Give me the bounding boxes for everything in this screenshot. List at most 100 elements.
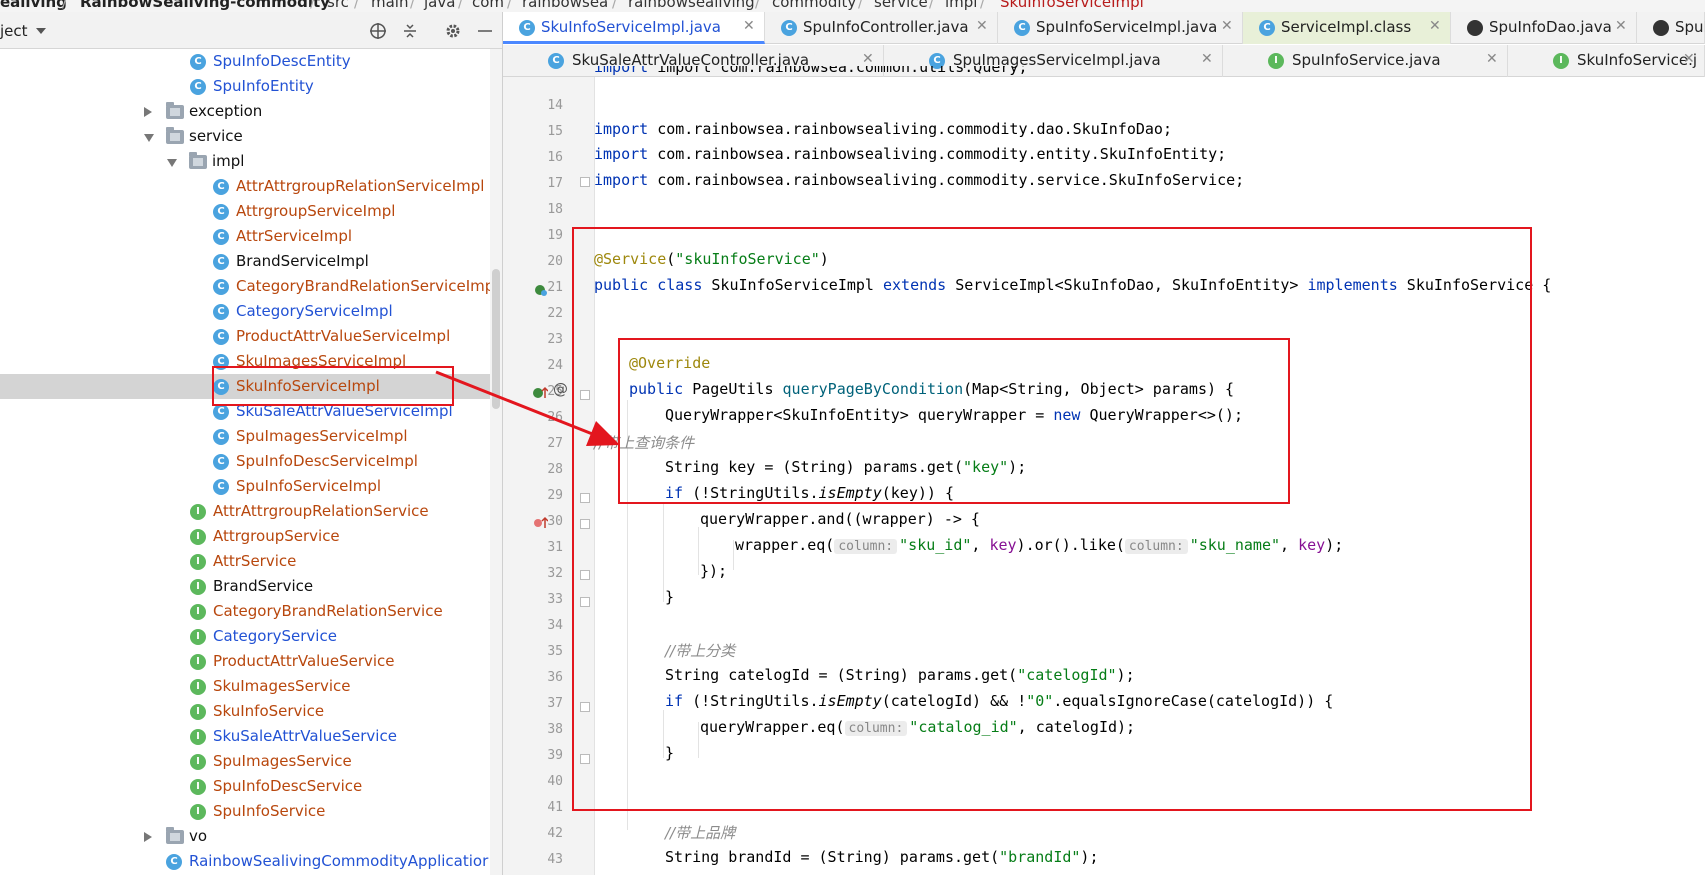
breadcrumb-item[interactable]: commodity (772, 0, 856, 11)
tree-item-label: SpuInfoEntity (213, 77, 314, 95)
line-number: 20 (547, 254, 563, 269)
tree-item-label: AttrgroupService (213, 527, 340, 545)
chevron-down-icon[interactable] (36, 28, 46, 34)
fold-marker[interactable] (580, 177, 590, 187)
collapse-icon[interactable] (401, 22, 419, 40)
close-icon[interactable]: ✕ (1683, 51, 1695, 67)
breadcrumb-item[interactable]: service (874, 0, 928, 11)
breadcrumb-separator: / (980, 0, 986, 11)
interface-icon: I (190, 604, 206, 620)
chevron-right-icon[interactable] (144, 107, 152, 117)
tree-item[interactable]: service (0, 124, 490, 149)
globe-icon[interactable] (369, 22, 387, 40)
editor-tab[interactable]: C SpuInfoController.java ✕ (765, 12, 998, 44)
tree-item[interactable]: C CategoryServiceImpl (0, 299, 490, 324)
close-icon[interactable]: ✕ (1615, 18, 1627, 34)
class-icon: C (213, 479, 229, 495)
breadcrumb-item[interactable]: RainbowSealiving-commodity (80, 0, 330, 11)
tree-item[interactable]: I SkuImagesService (0, 674, 490, 699)
chevron-down-icon[interactable] (144, 134, 154, 142)
breakpoint-marker-icon[interactable] (532, 515, 548, 531)
line-number: 26 (547, 410, 563, 425)
tree-item[interactable]: exception (0, 99, 490, 124)
tree-item[interactable]: vo (0, 824, 490, 849)
editor-tab[interactable]: SpuInfoDao.java ✕ (1451, 12, 1637, 44)
tree-item[interactable]: I ProductAttrValueService (0, 649, 490, 674)
breadcrumb-item[interactable]: java (424, 0, 455, 11)
tree-item[interactable]: I SpuInfoService (0, 799, 490, 824)
editor-tab[interactable]: SpuInfo (1637, 12, 1705, 44)
breadcrumb-item[interactable]: ealiving (0, 0, 67, 11)
tree-scrollbar[interactable] (490, 49, 502, 875)
close-icon[interactable]: ✕ (1486, 51, 1498, 67)
editor-tab[interactable]: I SpuInfoService.java ✕ (1223, 45, 1508, 77)
line-number: 37 (547, 696, 563, 711)
code-line-13[interactable]: import import com.rainbowsea.common.util… (594, 66, 1027, 78)
tree-item[interactable]: C RainbowSealivingCommodityApplicatior (0, 849, 490, 874)
tree-item[interactable]: I AttrService (0, 549, 490, 574)
chevron-down-icon[interactable] (167, 159, 177, 167)
override-marker-icon[interactable] (532, 385, 548, 401)
tree-item[interactable]: C AttrgroupServiceImpl (0, 199, 490, 224)
minimize-icon[interactable] (476, 22, 494, 40)
tree-item[interactable]: I BrandService (0, 574, 490, 599)
close-icon[interactable]: ✕ (1221, 18, 1233, 34)
tree-item[interactable]: impl (0, 149, 490, 174)
editor-tab[interactable]: C ServiceImpl.class ✕ (1243, 12, 1451, 44)
tree-item[interactable]: C SpuInfoDescServiceImpl (0, 449, 490, 474)
gear-icon[interactable] (444, 22, 462, 40)
interface-icon: I (190, 554, 206, 570)
breadcrumb-item[interactable]: impl (945, 0, 977, 11)
close-icon[interactable]: ✕ (743, 18, 755, 34)
tree-item[interactable]: I SpuImagesService (0, 749, 490, 774)
editor-tab[interactable]: C SkuInfoServiceImpl.java ✕ (503, 12, 765, 44)
editor-tab[interactable]: I SkuInfoService.j ✕ (1508, 45, 1705, 77)
tree-item[interactable]: I SpuInfoDescService (0, 774, 490, 799)
bean-icon[interactable] (533, 282, 549, 298)
close-icon[interactable]: ✕ (862, 51, 874, 67)
tree-item[interactable]: I AttrAttrgroupRelationService (0, 499, 490, 524)
breadcrumb-item[interactable]: src (327, 0, 349, 11)
tree-item[interactable]: I SkuInfoService (0, 699, 490, 724)
close-icon[interactable]: ✕ (976, 18, 988, 34)
code-line-42[interactable]: //带上品牌 (665, 822, 735, 843)
code-line-43[interactable]: String brandId = (String) params.get("br… (665, 848, 1098, 866)
project-tree[interactable]: C SpuInfoDescEntity C SpuInfoEntity exceptio… (0, 49, 490, 875)
scrollbar-thumb[interactable] (492, 269, 500, 409)
interface-icon: I (190, 504, 206, 520)
class-icon: C (213, 404, 229, 420)
breadcrumb-item[interactable]: main (371, 0, 408, 11)
tree-item[interactable]: C SpuInfoDescEntity (0, 49, 490, 74)
tree-item-label: CategoryBrandRelationService (213, 602, 443, 620)
editor-tab[interactable]: C SpuInfoServiceImpl.java ✕ (998, 12, 1243, 44)
tree-item[interactable]: C CategoryBrandRelationServiceImp (0, 274, 490, 299)
breadcrumb-item[interactable]: rainbowsea (522, 0, 608, 11)
breadcrumb-item[interactable]: SkuInfoServiceImpl (1000, 0, 1144, 11)
code-line-16[interactable]: import com.rainbowsea.rainbowsealiving.c… (594, 145, 1226, 163)
breadcrumb-item[interactable]: com (472, 0, 504, 11)
at-icon[interactable]: @ (553, 380, 568, 398)
tree-item[interactable]: I CategoryBrandRelationService (0, 599, 490, 624)
tree-item[interactable]: C AttrServiceImpl (0, 224, 490, 249)
tree-item-label: SkuSaleAttrValueService (213, 727, 397, 745)
close-icon[interactable]: ✕ (1201, 51, 1213, 67)
code-line-17[interactable]: import com.rainbowsea.rainbowsealiving.c… (594, 171, 1244, 189)
tree-item[interactable]: I AttrgroupService (0, 524, 490, 549)
tree-item[interactable]: I SkuSaleAttrValueService (0, 724, 490, 749)
interface-icon: I (190, 579, 206, 595)
tree-item[interactable]: C SpuInfoEntity (0, 74, 490, 99)
line-number: 29 (547, 488, 563, 503)
tree-item[interactable]: C ProductAttrValueServiceImpl (0, 324, 490, 349)
tree-item[interactable]: C BrandServiceImpl (0, 249, 490, 274)
project-view-selector[interactable]: ject (0, 22, 28, 40)
code-line-15[interactable]: import com.rainbowsea.rainbowsealiving.c… (594, 120, 1172, 138)
close-icon[interactable]: ✕ (1429, 18, 1441, 34)
tree-item[interactable]: C AttrAttrgroupRelationServiceImpl (0, 174, 490, 199)
tree-item-label: AttrService (213, 552, 297, 570)
class-icon: C (213, 429, 229, 445)
tree-item[interactable]: C SpuImagesServiceImpl (0, 424, 490, 449)
chevron-right-icon[interactable] (144, 832, 152, 842)
tree-item[interactable]: C SpuInfoServiceImpl (0, 474, 490, 499)
tree-item[interactable]: I CategoryService (0, 624, 490, 649)
breadcrumb-item[interactable]: rainbowsealiving (628, 0, 755, 11)
